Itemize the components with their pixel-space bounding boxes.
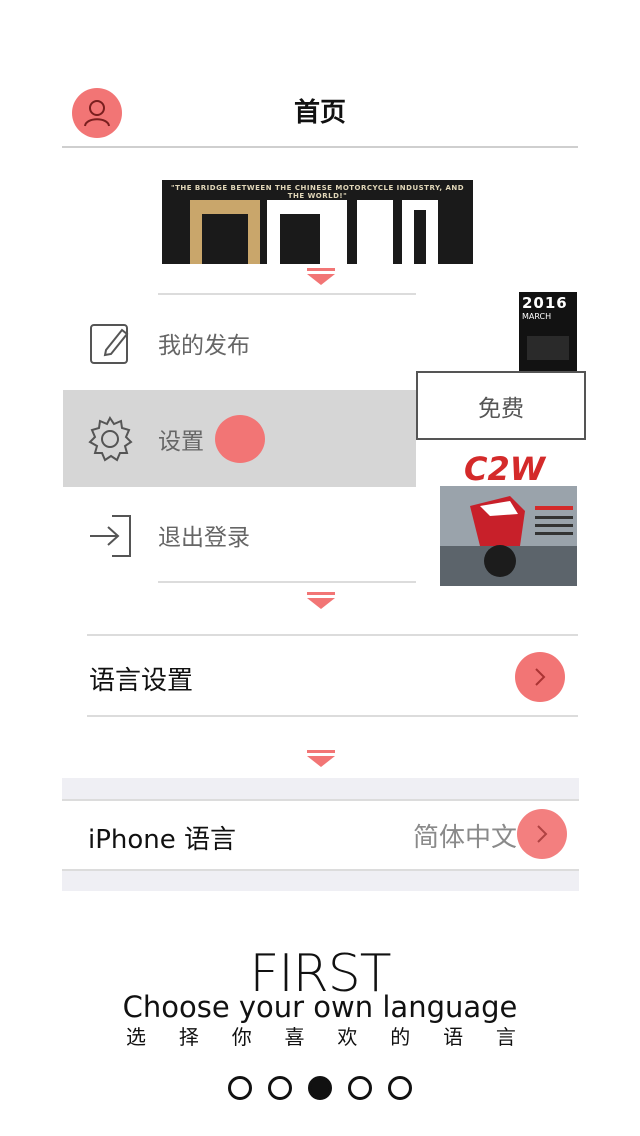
menu-item-settings[interactable]: 设置: [86, 414, 204, 464]
intro-chinese-line: 选 择 你 喜 欢 的 语 言: [126, 1021, 516, 1050]
arrow-underline: [307, 750, 335, 753]
menu-divider: [158, 581, 416, 583]
section-band: [62, 871, 579, 891]
magazine-month: MARCH: [522, 312, 552, 321]
banner-logo-graphic: [190, 200, 438, 264]
arrow-underline: [307, 268, 335, 271]
expand-arrow-icon: [307, 274, 335, 285]
magazine-year: 2016: [522, 294, 568, 312]
motorcycle-image: [440, 486, 577, 586]
chevron-right-icon: [537, 825, 548, 843]
iphone-language-value: 简体中文: [413, 823, 518, 853]
menu-item-my-posts[interactable]: 我的发布: [88, 318, 250, 368]
iphone-language-label: iPhone 语言: [88, 825, 237, 855]
menu-item-label: 退出登录: [158, 525, 250, 551]
magazine-cover-graphic: [527, 336, 569, 360]
magazine-logo: C2W: [464, 450, 546, 488]
magazine-banner[interactable]: "THE BRIDGE BETWEEN THE CHINESE MOTORCYC…: [162, 180, 473, 264]
page-title: 首页: [293, 98, 346, 128]
expand-arrow-icon: [307, 598, 335, 609]
menu-item-label: 设置: [158, 429, 204, 455]
menu-divider: [158, 293, 416, 295]
language-settings-label: 语言设置: [89, 666, 194, 696]
menu-item-logout[interactable]: 退出登录: [88, 510, 250, 560]
iphone-language-row[interactable]: iPhone 语言 简体中文: [62, 801, 579, 870]
touch-indicator: [215, 415, 265, 463]
magazine-thumbnail[interactable]: 2016 MARCH: [519, 292, 577, 372]
intro-char: 喜: [284, 1025, 305, 1049]
logout-icon: [90, 515, 131, 557]
intro-char: 欢: [337, 1025, 358, 1049]
magazine-cover[interactable]: C2W: [440, 446, 577, 586]
expand-arrow-icon: [307, 756, 335, 767]
intro-char: 你: [231, 1025, 252, 1049]
menu-item-label: 我的发布: [158, 333, 250, 359]
row-divider: [87, 715, 578, 717]
chevron-right-icon: [535, 668, 546, 686]
page-dot[interactable]: [388, 1076, 412, 1100]
page-dot[interactable]: [348, 1076, 372, 1100]
intro-char: 的: [390, 1025, 411, 1049]
language-settings-button[interactable]: [515, 652, 565, 702]
arrow-underline: [307, 592, 335, 595]
intro-subheading: Choose your own language: [122, 990, 518, 1024]
page-dot-active[interactable]: [308, 1076, 332, 1100]
intro-char: 选: [126, 1025, 146, 1049]
iphone-language-button[interactable]: [517, 809, 567, 859]
edit-icon: [90, 324, 129, 364]
header-divider: [62, 146, 578, 148]
free-badge[interactable]: 免费: [416, 371, 586, 440]
section-band: [62, 778, 579, 799]
page-dot[interactable]: [228, 1076, 252, 1100]
language-settings-row[interactable]: 语言设置: [87, 636, 578, 716]
gear-icon: [88, 416, 133, 462]
intro-char: 语: [443, 1025, 464, 1049]
page-indicator: [0, 1076, 640, 1100]
page-dot[interactable]: [268, 1076, 292, 1100]
intro-char: 言: [495, 1025, 516, 1049]
intro-char: 择: [178, 1025, 199, 1049]
